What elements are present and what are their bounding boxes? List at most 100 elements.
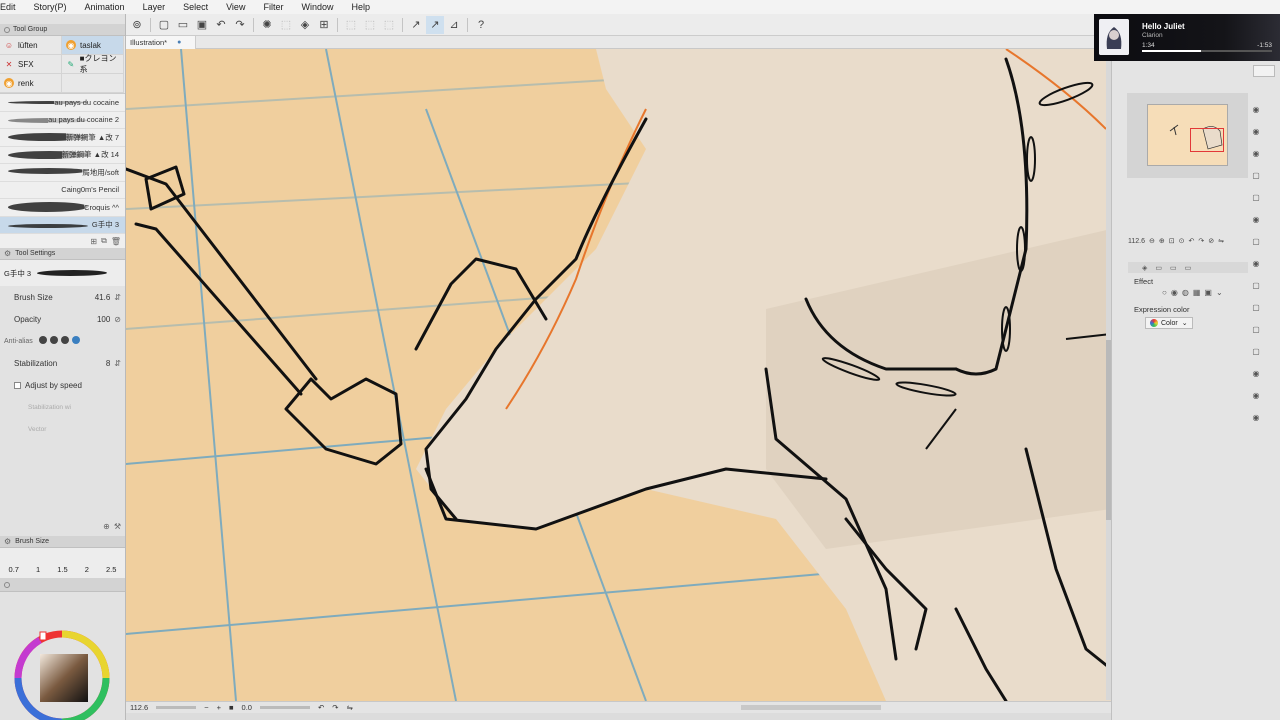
app-icon[interactable]: ⊚ bbox=[128, 16, 146, 34]
hue-handle[interactable] bbox=[39, 631, 47, 641]
opacity-link-icon[interactable]: ⊘ bbox=[114, 315, 121, 324]
navigator-zoom-value[interactable]: 112.6 bbox=[1128, 238, 1145, 245]
menu-story[interactable]: Story(P) bbox=[25, 2, 76, 12]
adjust-speed-checkbox[interactable] bbox=[14, 381, 21, 389]
color-wheel[interactable] bbox=[14, 630, 114, 720]
eye-icon[interactable]: ▢ bbox=[1251, 325, 1261, 335]
add-sub-tool-icon[interactable]: ⊞ bbox=[90, 237, 97, 246]
layer-property-tab-icon[interactable]: ◈ bbox=[1142, 264, 1147, 272]
navigator-zoom-in-icon[interactable]: ⊕ bbox=[1159, 237, 1165, 245]
navigator-zoom-out-icon[interactable]: ⊖ bbox=[1149, 237, 1155, 245]
save-icon[interactable]: ▣ bbox=[193, 16, 211, 34]
tool-group-item[interactable]: ✎ ■クレヨン系 bbox=[62, 54, 124, 74]
effect-tone-icon[interactable]: ◉ bbox=[1171, 288, 1178, 297]
eye-icon[interactable]: ▢ bbox=[1251, 193, 1261, 203]
eye-icon[interactable]: ◉ bbox=[1251, 413, 1261, 423]
brush-item[interactable]: au pays du cocaine bbox=[0, 94, 125, 112]
close-tab-icon[interactable]: ● bbox=[177, 39, 181, 46]
brush-size-preset[interactable]: 2 bbox=[85, 565, 89, 574]
deselect-icon[interactable]: ⬚ bbox=[277, 16, 295, 34]
effect-grid-icon[interactable]: ▦ bbox=[1193, 288, 1201, 297]
tool-group-item[interactable]: ◉ renk bbox=[0, 74, 62, 93]
fill-icon[interactable]: ◈ bbox=[296, 16, 314, 34]
brush-size-preset[interactable]: 2.5 bbox=[106, 565, 116, 574]
stabilization-value[interactable]: 8 bbox=[106, 359, 110, 368]
eye-icon[interactable]: ◉ bbox=[1251, 127, 1261, 137]
navigator-flip-icon[interactable]: ⇋ bbox=[1218, 237, 1224, 245]
brush-item[interactable]: 新弹鋼筆 ▲改 7 bbox=[0, 129, 125, 147]
layer-search-tab-icon[interactable]: ▭ bbox=[1155, 264, 1162, 272]
layer-menu-button[interactable] bbox=[1253, 65, 1275, 77]
effect-layer-color-icon[interactable]: ▣ bbox=[1204, 288, 1212, 297]
saturation-value-square[interactable] bbox=[40, 654, 88, 702]
undo-icon[interactable]: ↶ bbox=[212, 16, 230, 34]
playback-progress[interactable] bbox=[1142, 50, 1272, 52]
menu-select[interactable]: Select bbox=[174, 2, 217, 12]
anti-alias-medium-icon[interactable] bbox=[60, 336, 69, 344]
artwork[interactable] bbox=[126, 49, 1111, 701]
brush-size-preset[interactable]: 1.5 bbox=[57, 565, 67, 574]
brush-size-preset[interactable]: 0.7 bbox=[9, 565, 19, 574]
animation-tab-icon[interactable]: ▭ bbox=[1185, 264, 1192, 272]
expression-color-select[interactable]: Color ⌄ bbox=[1145, 317, 1193, 329]
navigator-fit-icon[interactable]: ⊡ bbox=[1169, 237, 1175, 245]
layer-tab-icon[interactable]: ▭ bbox=[1170, 264, 1177, 272]
snap-special-ruler-icon[interactable]: ↗ bbox=[426, 15, 444, 34]
zoom-slider[interactable] bbox=[156, 706, 197, 709]
navigator-rotate-right-icon[interactable]: ↷ bbox=[1198, 237, 1204, 245]
help-icon[interactable]: ? bbox=[472, 16, 490, 34]
tool-group-item[interactable]: ☺ lüften bbox=[0, 36, 62, 55]
anti-alias-none-icon[interactable] bbox=[38, 336, 47, 344]
brush-size-spinner-icon[interactable]: ⇵ bbox=[114, 293, 121, 302]
clear-selection-icon[interactable]: ⬚ bbox=[361, 16, 379, 34]
anti-alias-weak-icon[interactable] bbox=[49, 336, 58, 344]
rotation-slider[interactable] bbox=[259, 706, 310, 709]
brush-item[interactable]: 新弹鋼筆 ▲改 14 bbox=[0, 147, 125, 164]
brush-item[interactable]: 局地用/soft bbox=[0, 164, 125, 182]
navigator-view-rect[interactable] bbox=[1190, 128, 1224, 152]
brush-item[interactable]: Caing0m's Pencil bbox=[0, 182, 125, 199]
eye-icon[interactable]: ▢ bbox=[1251, 303, 1261, 313]
now-playing-widget[interactable]: Hello Juliet Clarion 1:34 -1:53 bbox=[1094, 14, 1280, 61]
rotation-value[interactable]: 0.0 bbox=[242, 703, 252, 712]
tool-group-item[interactable]: ✕ SFX bbox=[0, 55, 62, 74]
effect-dropdown-icon[interactable]: ⌄ bbox=[1216, 288, 1223, 297]
delete-sub-tool-icon[interactable]: 🗑 bbox=[111, 237, 121, 246]
eye-icon[interactable]: ▢ bbox=[1251, 237, 1261, 247]
transform-icon[interactable]: ⊞ bbox=[315, 16, 333, 34]
canvas[interactable] bbox=[126, 49, 1111, 701]
wrench-settings-icon[interactable]: ⚒ bbox=[114, 522, 121, 536]
eye-icon[interactable]: ◉ bbox=[1251, 215, 1261, 225]
flip-icon[interactable]: ⇋ bbox=[347, 703, 353, 712]
rotate-left-icon[interactable]: ↶ bbox=[318, 703, 324, 712]
anti-alias-options[interactable] bbox=[38, 336, 83, 346]
brush-size-preset[interactable]: 1 bbox=[36, 565, 40, 574]
snap-ruler-icon[interactable]: ↗ bbox=[407, 16, 425, 34]
lasso-icon[interactable]: ✺ bbox=[258, 16, 276, 34]
brush-size-value[interactable]: 41.6 bbox=[95, 293, 111, 302]
stabilization-spinner-icon[interactable]: ⇵ bbox=[114, 359, 121, 368]
zoom-value[interactable]: 112.6 bbox=[130, 703, 148, 712]
menu-edit[interactable]: Edit bbox=[0, 2, 25, 12]
menu-window[interactable]: Window bbox=[292, 2, 342, 12]
tool-property-icon[interactable]: ⊕ bbox=[103, 522, 110, 536]
navigator-rotate-left-icon[interactable]: ↶ bbox=[1189, 237, 1195, 245]
copy-sub-tool-icon[interactable]: ⧉ bbox=[101, 236, 107, 246]
eye-icon[interactable]: ◉ bbox=[1251, 149, 1261, 159]
navigator-actual-size-icon[interactable]: ⊙ bbox=[1179, 237, 1185, 245]
canvas-horizontal-scrollbar[interactable] bbox=[740, 705, 881, 710]
eye-icon[interactable]: ◉ bbox=[1251, 391, 1261, 401]
menu-layer[interactable]: Layer bbox=[134, 2, 175, 12]
crop-icon[interactable]: ⬚ bbox=[380, 16, 398, 34]
brush-item[interactable]: au pays du cocaine 2 bbox=[0, 112, 125, 129]
eye-icon[interactable]: ▢ bbox=[1251, 347, 1261, 357]
clear-icon[interactable]: ⬚ bbox=[342, 16, 360, 34]
eye-icon[interactable]: ◉ bbox=[1251, 105, 1261, 115]
anti-alias-strong-icon[interactable] bbox=[71, 336, 80, 344]
fit-icon[interactable]: ■ bbox=[229, 703, 234, 712]
opacity-value[interactable]: 100 bbox=[97, 315, 110, 324]
zoom-in-icon[interactable]: + bbox=[217, 703, 221, 712]
menu-help[interactable]: Help bbox=[342, 2, 379, 12]
eye-icon[interactable]: ◉ bbox=[1251, 259, 1261, 269]
document-tab[interactable]: Illustration* ● bbox=[126, 35, 197, 49]
